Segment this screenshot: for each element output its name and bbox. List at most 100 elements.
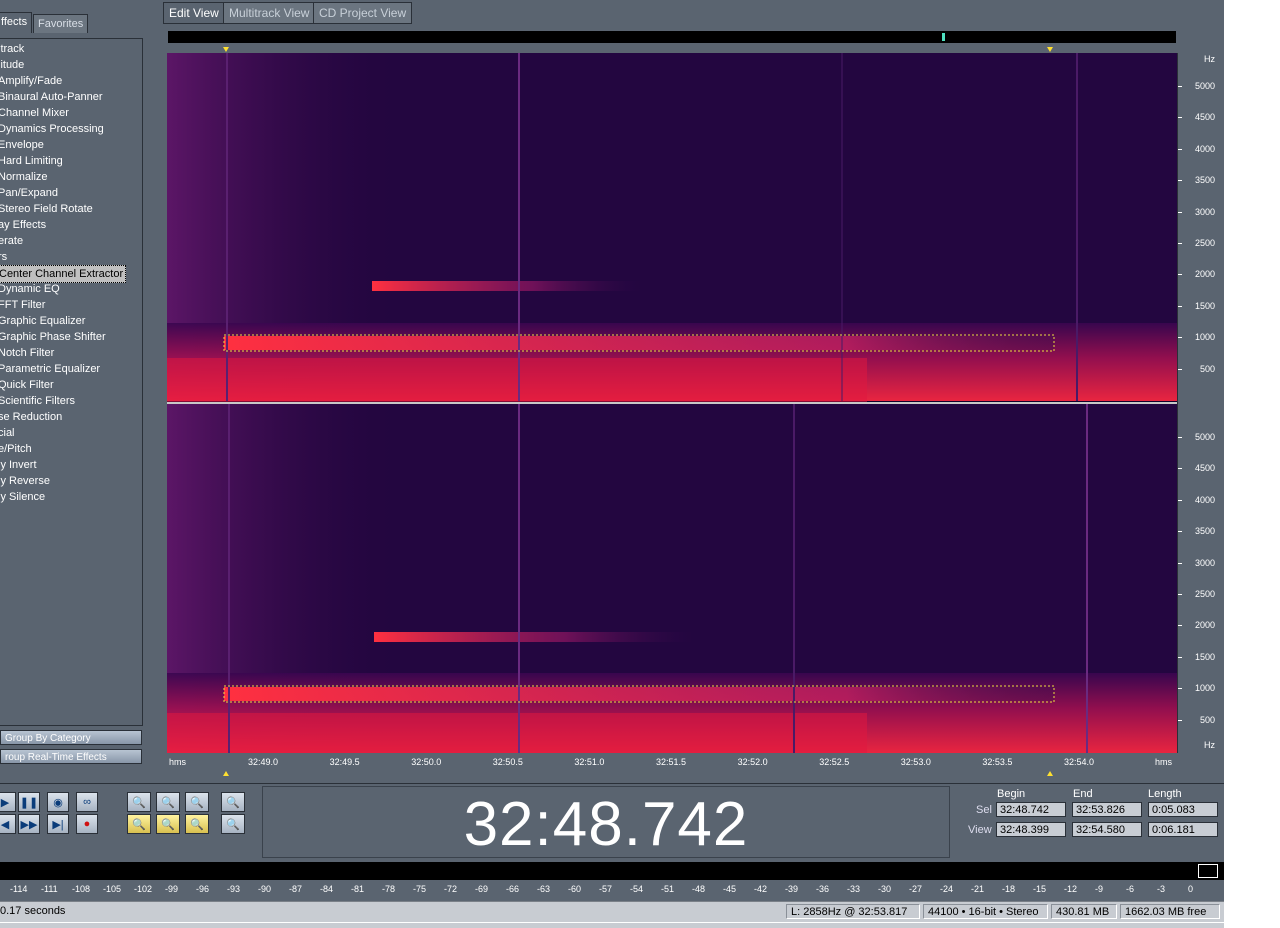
tree-item[interactable]: ly Reverse: [0, 473, 142, 489]
freq-tick-mark: [1178, 468, 1182, 470]
tree-item[interactable]: e/Pitch: [0, 441, 142, 457]
freq-tick-mark: [1178, 117, 1182, 119]
tree-item[interactable]: itrack: [0, 41, 142, 57]
app-window: ffects Favorites itrack litude Amplify/Fad…: [0, 0, 1224, 928]
zoom-in-vertical-icon[interactable]: 🔍: [221, 792, 245, 812]
effects-tree[interactable]: itrack litude Amplify/Fade Binaural Auto-Pa…: [0, 38, 143, 726]
play-button[interactable]: ▶: [0, 792, 16, 812]
tree-item[interactable]: Center Channel Extractor: [0, 265, 142, 283]
level-meter: [0, 862, 1224, 880]
sel-end-field[interactable]: 32:53.826: [1072, 802, 1142, 817]
go-to-end-button[interactable]: ▶|: [47, 814, 69, 834]
tree-item[interactable]: Channel Mixer: [0, 105, 142, 121]
meter-tick-label: -6: [1126, 884, 1135, 894]
meter-tick-label: -18: [1002, 884, 1016, 894]
meter-tick-label: -87: [289, 884, 303, 894]
tree-item[interactable]: se Reduction: [0, 409, 142, 425]
record-button[interactable]: ●: [76, 814, 98, 834]
pause-button[interactable]: ❚❚: [18, 792, 40, 812]
status-bar: 0.17 seconds L: 2858Hz @ 32:53.817 44100…: [0, 901, 1224, 922]
tree-item[interactable]: Graphic Phase Shifter: [0, 329, 142, 345]
tree-item[interactable]: cial: [0, 425, 142, 441]
meter-tick-label: -42: [754, 884, 768, 894]
sel-begin-field[interactable]: 32:48.742: [996, 802, 1066, 817]
meter-tick-label: -27: [909, 884, 923, 894]
meter-tick-label: -78: [382, 884, 396, 894]
tree-item[interactable]: Dynamic EQ: [0, 281, 142, 297]
freq-tick-label: 2000: [1194, 620, 1215, 631]
fast-forward-button[interactable]: ▶▶: [18, 814, 40, 834]
tree-item[interactable]: Notch Filter: [0, 345, 142, 361]
group-by-category-button[interactable]: Group By Category: [0, 730, 142, 745]
overview-bar[interactable]: [168, 31, 1176, 43]
zoom-out-horizontal-icon[interactable]: 🔍: [156, 792, 180, 812]
freq-tick-mark: [1178, 337, 1182, 339]
meter-tick-label: -21: [971, 884, 985, 894]
freq-tick-label: 500: [1199, 714, 1215, 725]
tree-item[interactable]: Quick Filter: [0, 377, 142, 393]
time-tick-label: 32:49.0: [248, 757, 279, 767]
tree-item[interactable]: Normalize: [0, 169, 142, 185]
tab-multitrack-view[interactable]: Multitrack View: [223, 2, 316, 24]
tree-item[interactable]: Stereo Field Rotate: [0, 201, 142, 217]
meter-tick-label: -105: [103, 884, 122, 894]
tree-item[interactable]: Parametric Equalizer: [0, 361, 142, 377]
tab-effects[interactable]: ffects: [0, 12, 33, 33]
sel-length-field[interactable]: 0:05.083: [1148, 802, 1218, 817]
tree-item[interactable]: ay Effects: [0, 217, 142, 233]
tree-item[interactable]: Dynamics Processing: [0, 121, 142, 137]
group-realtime-effects-button[interactable]: roup Real-Time Effects: [0, 749, 142, 764]
meter-tick-label: -66: [506, 884, 520, 894]
zoom-to-left-icon[interactable]: 🔍: [127, 814, 151, 834]
current-time: 32:48.742: [463, 790, 749, 859]
tree-item[interactable]: Binaural Auto-Panner: [0, 89, 142, 105]
tree-item[interactable]: Hard Limiting: [0, 153, 142, 169]
meter-tick-label: -57: [599, 884, 613, 894]
tree-item[interactable]: ly Silence: [0, 489, 142, 505]
tree-item[interactable]: FFT Filter: [0, 297, 142, 313]
tree-item[interactable]: litude: [0, 57, 142, 73]
freq-tick-label: 500: [1199, 363, 1215, 374]
tree-item[interactable]: rs: [0, 249, 142, 265]
zoom-out-vertical-icon[interactable]: 🔍: [221, 814, 245, 834]
zoom-full-icon[interactable]: 🔍: [185, 792, 209, 812]
tree-item[interactable]: erate: [0, 233, 142, 249]
zoom-to-right-icon[interactable]: 🔍: [156, 814, 180, 834]
tab-cd-project-view[interactable]: CD Project View: [313, 2, 413, 24]
time-ruler[interactable]: hms 32:49.0 32:49.5 32:50.0 32:50.5 32:51.0 3…: [167, 753, 1177, 771]
tree-item[interactable]: Scientific Filters: [0, 393, 142, 409]
tab-favorites[interactable]: Favorites: [33, 14, 89, 33]
meter-tick-label: -12: [1064, 884, 1078, 894]
begin-header: Begin: [997, 788, 1026, 800]
tree-item[interactable]: Pan/Expand: [0, 185, 142, 201]
freq-tick-label: 4000: [1194, 494, 1215, 505]
loop-button[interactable]: ∞: [76, 792, 98, 812]
tree-item[interactable]: ly Invert: [0, 457, 142, 473]
overview-view-marker[interactable]: [942, 33, 945, 41]
zoom-in-horizontal-icon[interactable]: 🔍: [127, 792, 151, 812]
tree-item[interactable]: Amplify/Fade: [0, 73, 142, 89]
selection-start-marker-bottom[interactable]: [223, 771, 229, 776]
meter-tick-label: -24: [940, 884, 954, 894]
sel-label: Sel: [976, 804, 992, 816]
rewind-button[interactable]: ◀: [0, 814, 16, 834]
tree-item-label: rs: [0, 251, 8, 263]
zoom-selection-icon[interactable]: 🔍: [185, 814, 209, 834]
view-begin-field[interactable]: 32:48.399: [996, 822, 1066, 837]
tree-item-label: Scientific Filters: [0, 395, 76, 407]
selection-start-marker-top[interactable]: [223, 47, 229, 52]
time-tick-label: 32:53.5: [982, 757, 1013, 767]
tree-item[interactable]: Envelope: [0, 137, 142, 153]
selection-end-marker-bottom[interactable]: [1047, 771, 1053, 776]
play-to-end-button[interactable]: ◉: [47, 792, 69, 812]
view-length-field[interactable]: 0:06.181: [1148, 822, 1218, 837]
tab-edit-view[interactable]: Edit View: [163, 2, 225, 24]
tree-item-label: Quick Filter: [0, 379, 54, 391]
freq-tick-label: 2500: [1194, 589, 1215, 599]
selection-end-marker-top[interactable]: [1047, 47, 1053, 52]
view-end-field[interactable]: 32:54.580: [1072, 822, 1142, 837]
taskbar-strip: [0, 922, 1224, 928]
meter-tick-label: -84: [320, 884, 334, 894]
tree-item-label: Channel Mixer: [0, 107, 69, 119]
tree-item[interactable]: Graphic Equalizer: [0, 313, 142, 329]
